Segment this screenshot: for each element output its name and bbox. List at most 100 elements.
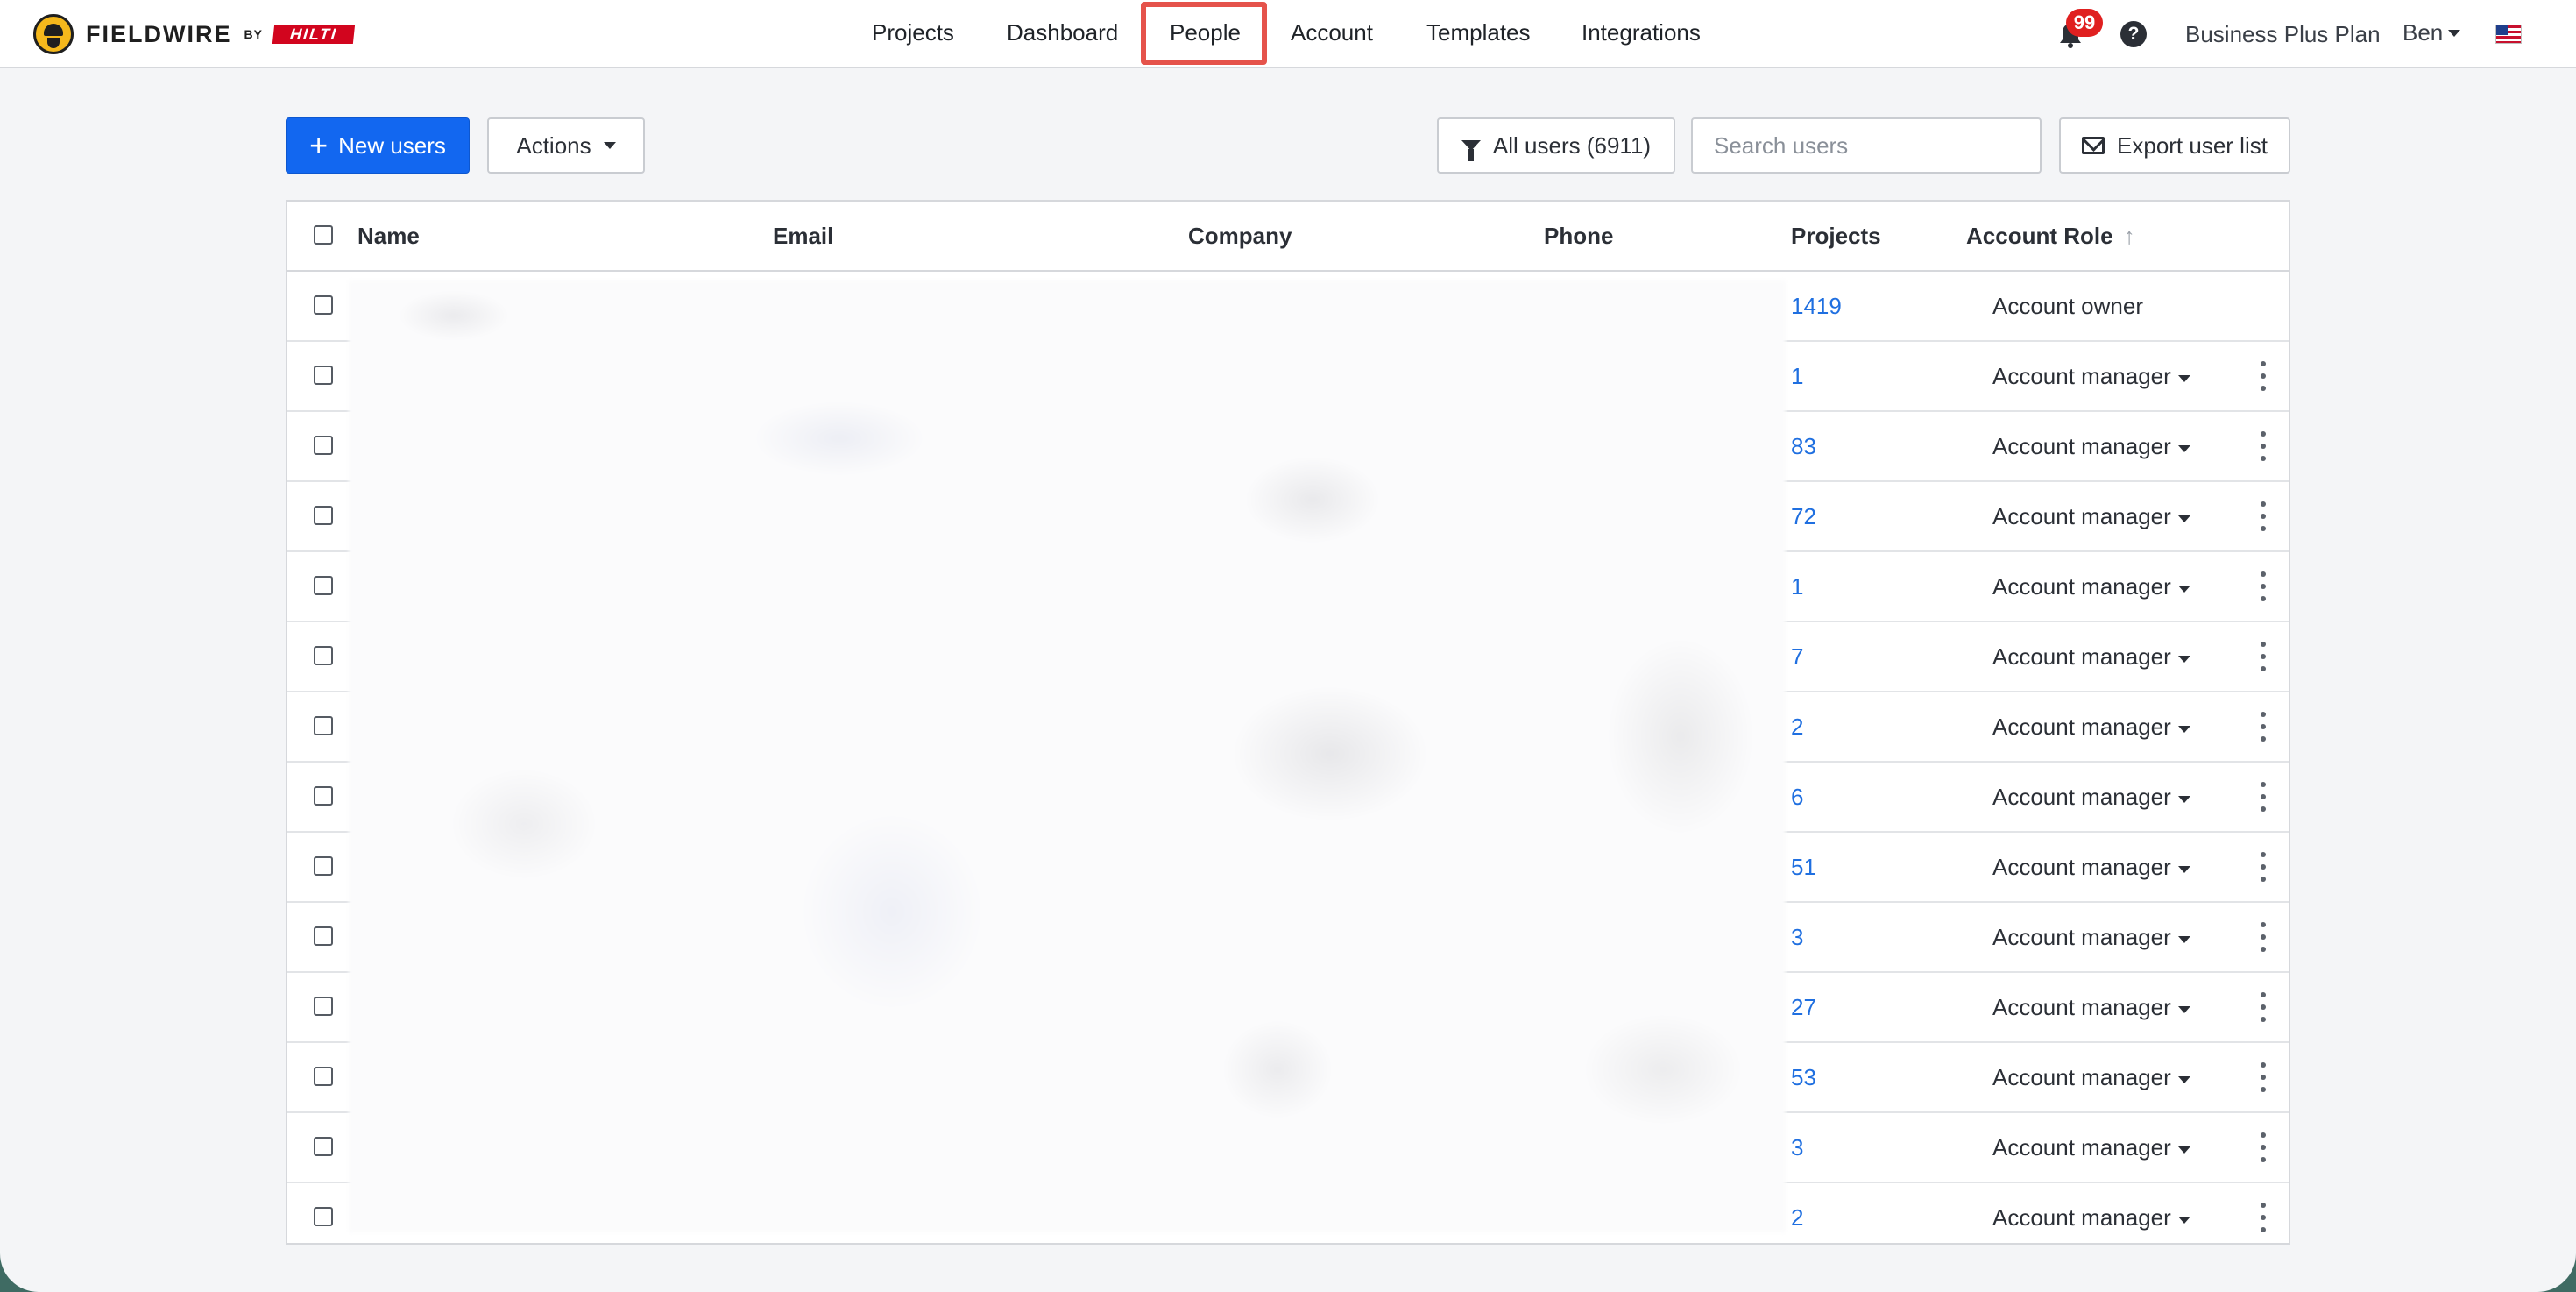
row-checkbox[interactable]: [314, 716, 333, 735]
projects-count-link[interactable]: 1: [1791, 363, 1803, 390]
row-checkbox[interactable]: [314, 576, 333, 595]
row-more-options-icon[interactable]: [2259, 1132, 2268, 1162]
row-more-options-icon[interactable]: [2259, 712, 2268, 742]
chevron-down-icon: [2448, 29, 2461, 37]
nav-projects[interactable]: Projects: [872, 19, 954, 46]
row-more-options-icon[interactable]: [2259, 431, 2268, 461]
nav-templates[interactable]: Templates: [1426, 19, 1531, 46]
column-account-role-label: Account Role: [1966, 223, 2113, 249]
projects-count-link[interactable]: 3: [1791, 1134, 1803, 1161]
account-role-dropdown[interactable]: Account manager: [1992, 994, 2190, 1021]
row-more-options-icon[interactable]: [2259, 642, 2268, 671]
account-role-dropdown[interactable]: Account manager: [1992, 784, 2190, 811]
projects-count-link[interactable]: 27: [1791, 994, 1816, 1021]
row-checkbox[interactable]: [314, 295, 333, 315]
projects-count-link[interactable]: 2: [1791, 713, 1803, 741]
row-checkbox[interactable]: [314, 997, 333, 1016]
account-role-dropdown[interactable]: Account manager: [1992, 643, 2190, 671]
row-more-options-icon[interactable]: [2259, 1062, 2268, 1092]
nav-people[interactable]: People: [1170, 19, 1241, 46]
row-checkbox[interactable]: [314, 506, 333, 525]
projects-count-link[interactable]: 7: [1791, 643, 1803, 671]
row-checkbox[interactable]: [314, 366, 333, 385]
row-checkbox[interactable]: [314, 436, 333, 455]
sort-ascending-icon: ↑: [2123, 223, 2135, 249]
account-role-text: Account manager: [1992, 643, 2171, 670]
row-more-options-icon[interactable]: [2259, 571, 2268, 601]
new-users-label: New users: [338, 131, 446, 159]
new-users-button[interactable]: + New users: [286, 117, 470, 174]
account-role-text: Account manager: [1992, 363, 2171, 389]
account-role-dropdown[interactable]: Account manager: [1992, 713, 2190, 741]
nav-integrations[interactable]: Integrations: [1582, 19, 1701, 46]
account-role-text: Account manager: [1992, 433, 2171, 459]
column-account-role[interactable]: Account Role ↑: [1966, 223, 2135, 250]
projects-count-link[interactable]: 2: [1791, 1204, 1803, 1232]
column-email[interactable]: Email: [773, 223, 833, 250]
table-header: Name Email Company Phone Projects Accoun…: [287, 202, 2289, 272]
column-projects[interactable]: Projects: [1791, 223, 1881, 250]
export-user-list-button[interactable]: Export user list: [2059, 117, 2290, 174]
projects-count-link[interactable]: 72: [1791, 503, 1816, 530]
actions-dropdown[interactable]: Actions: [487, 117, 645, 174]
chevron-down-icon: [2177, 1005, 2190, 1013]
filter-button[interactable]: All users (6911): [1437, 117, 1675, 174]
projects-count-link[interactable]: 1419: [1791, 293, 1842, 320]
projects-count-link[interactable]: 1: [1791, 573, 1803, 600]
row-more-options-icon[interactable]: [2259, 782, 2268, 812]
projects-count-link[interactable]: 3: [1791, 924, 1803, 951]
mail-icon: [2082, 137, 2105, 154]
row-more-options-icon[interactable]: [2259, 922, 2268, 952]
column-phone[interactable]: Phone: [1544, 223, 1613, 250]
chevron-down-icon: [2177, 1146, 2190, 1154]
chevron-down-icon: [2177, 725, 2190, 733]
account-role-text: Account manager: [1992, 994, 2171, 1020]
select-all-checkbox[interactable]: [314, 225, 333, 245]
account-role-dropdown[interactable]: Account manager: [1992, 1134, 2190, 1161]
row-checkbox[interactable]: [314, 1137, 333, 1156]
user-menu[interactable]: Ben: [2403, 19, 2461, 46]
account-role-text: Account manager: [1992, 1064, 2171, 1090]
nav-dashboard[interactable]: Dashboard: [1007, 19, 1118, 46]
user-name: Ben: [2403, 19, 2444, 46]
account-role-dropdown[interactable]: Account manager: [1992, 503, 2190, 530]
us-flag-icon[interactable]: [2495, 25, 2522, 44]
account-role-dropdown[interactable]: Account manager: [1992, 1204, 2190, 1232]
account-role-dropdown[interactable]: Account manager: [1992, 854, 2190, 881]
account-role-dropdown[interactable]: Account manager: [1992, 1064, 2190, 1091]
help-icon[interactable]: ?: [2120, 21, 2147, 47]
top-navbar: FIELDWIRE BY HILTI Projects Dashboard Pe…: [0, 0, 2576, 68]
notification-badge: 99: [2066, 9, 2103, 37]
account-role-dropdown[interactable]: Account manager: [1992, 924, 2190, 951]
account-role-text: Account manager: [1992, 503, 2171, 529]
row-checkbox[interactable]: [314, 1207, 333, 1226]
projects-count-link[interactable]: 53: [1791, 1064, 1816, 1091]
row-more-options-icon[interactable]: [2259, 1203, 2268, 1232]
row-checkbox[interactable]: [314, 646, 333, 665]
export-label: Export user list: [2117, 131, 2268, 159]
account-role-text: Account manager: [1992, 1204, 2171, 1231]
account-role-dropdown[interactable]: Account manager: [1992, 363, 2190, 390]
account-role-dropdown[interactable]: Account manager: [1992, 433, 2190, 460]
row-checkbox[interactable]: [314, 856, 333, 876]
plan-link[interactable]: Business Plus Plan: [2185, 21, 2381, 48]
column-name[interactable]: Name: [357, 223, 420, 250]
row-more-options-icon[interactable]: [2259, 361, 2268, 391]
projects-count-link[interactable]: 6: [1791, 784, 1803, 811]
column-company[interactable]: Company: [1188, 223, 1292, 250]
row-more-options-icon[interactable]: [2259, 501, 2268, 531]
chevron-down-icon: [2177, 585, 2190, 593]
account-role-text: Account manager: [1992, 573, 2171, 600]
row-more-options-icon[interactable]: [2259, 992, 2268, 1022]
row-more-options-icon[interactable]: [2259, 852, 2268, 882]
row-checkbox[interactable]: [314, 1067, 333, 1086]
search-users-input[interactable]: [1691, 117, 2042, 174]
chevron-down-icon: [2177, 655, 2190, 663]
row-checkbox[interactable]: [314, 786, 333, 806]
account-role-dropdown[interactable]: Account manager: [1992, 573, 2190, 600]
projects-count-link[interactable]: 83: [1791, 433, 1816, 460]
nav-account[interactable]: Account: [1291, 19, 1373, 46]
filter-label: All users (6911): [1492, 131, 1652, 159]
projects-count-link[interactable]: 51: [1791, 854, 1816, 881]
row-checkbox[interactable]: [314, 926, 333, 946]
